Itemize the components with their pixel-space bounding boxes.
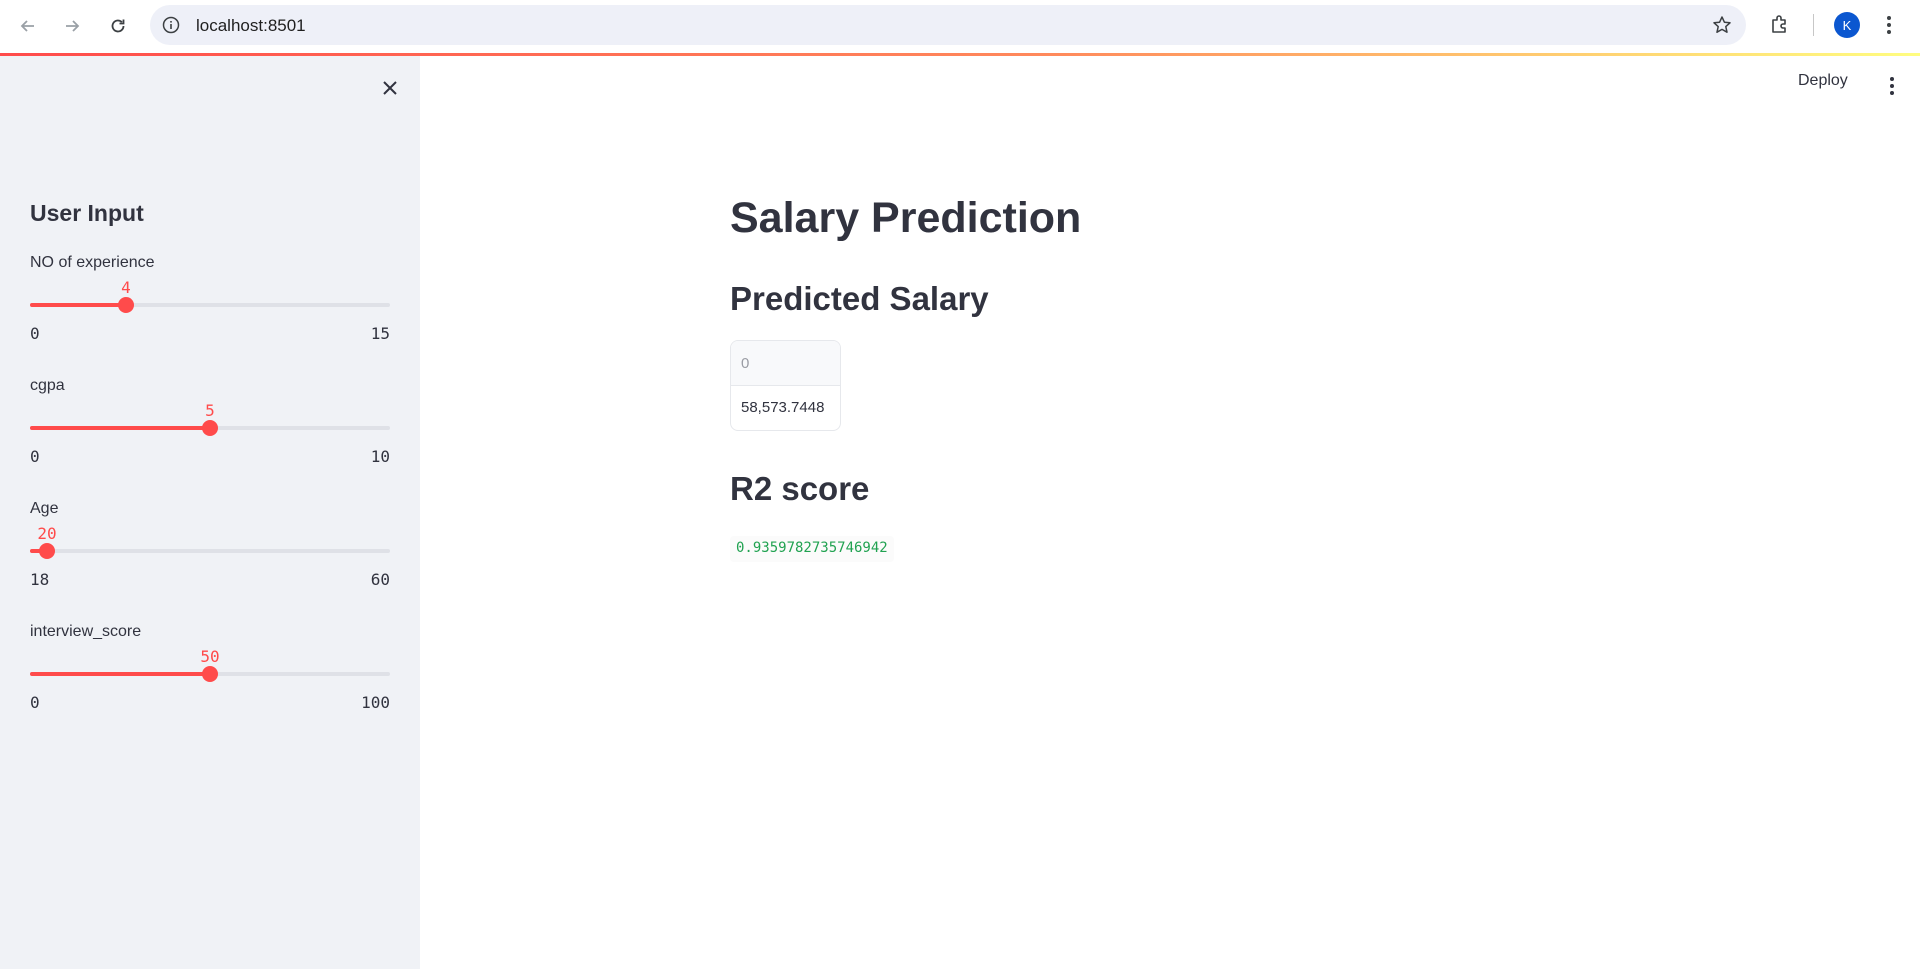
r2-score-value: 0.9359782735746942 (730, 536, 894, 562)
star-icon[interactable] (1712, 15, 1732, 35)
profile-avatar[interactable]: K (1834, 12, 1860, 38)
kebab-menu-icon[interactable] (1888, 74, 1896, 98)
back-arrow-icon (20, 20, 34, 32)
back-button[interactable] (12, 10, 44, 42)
table-cell[interactable]: 58,573.7448 (741, 399, 824, 416)
slider-label: cgpa (30, 377, 65, 394)
slider-max: 10 (370, 447, 390, 466)
forward-button[interactable] (56, 10, 88, 42)
slider-interview-score: interview_score 50 0 100 (30, 623, 390, 723)
forward-arrow-icon (66, 20, 80, 32)
slider-thumb[interactable] (202, 666, 218, 682)
r2-score-heading: R2 score (730, 470, 870, 507)
slider-label: NO of experience (30, 254, 155, 271)
prediction-table[interactable]: 0 58,573.7448 (730, 340, 841, 431)
slider-track[interactable] (30, 549, 390, 553)
column-header: 0 (741, 355, 750, 372)
slider-max: 100 (361, 693, 390, 712)
address-bar[interactable]: localhost:8501 (150, 5, 1746, 45)
slider-cgpa: cgpa 5 0 10 (30, 377, 390, 477)
slider-thumb[interactable] (118, 297, 134, 313)
toolbar-divider (1813, 14, 1814, 36)
slider-value: 20 (37, 524, 57, 543)
sidebar-title: User Input (30, 200, 144, 226)
reload-icon (111, 19, 125, 33)
slider-min: 0 (30, 693, 40, 712)
slider-value: 5 (205, 401, 215, 420)
slider-value: 4 (121, 278, 131, 297)
close-icon[interactable] (378, 76, 402, 100)
extensions-icon[interactable] (1768, 12, 1792, 36)
slider-fill (30, 672, 210, 676)
url-text[interactable]: localhost:8501 (196, 16, 306, 36)
slider-value: 50 (200, 647, 220, 666)
slider-max: 60 (370, 570, 390, 589)
slider-fill (30, 303, 126, 307)
slider-thumb[interactable] (39, 543, 55, 559)
page-title: Salary Prediction (730, 194, 1082, 242)
slider-label: Age (30, 500, 59, 517)
slider-min: 18 (30, 570, 50, 589)
slider-min: 0 (30, 447, 40, 466)
slider-experience: NO of experience 4 0 15 (30, 254, 390, 354)
reload-button[interactable] (102, 10, 134, 42)
kebab-menu-icon[interactable] (1884, 13, 1894, 37)
slider-fill (30, 426, 210, 430)
slider-label: interview_score (30, 623, 142, 640)
slider-track[interactable] (30, 303, 390, 307)
deploy-button[interactable]: Deploy (1798, 72, 1848, 90)
slider-thumb[interactable] (202, 420, 218, 436)
predicted-salary-heading: Predicted Salary (730, 280, 989, 317)
table-header: 0 (731, 341, 840, 386)
browser-toolbar: localhost:8501 K (0, 0, 1920, 52)
slider-age: Age 20 18 60 (30, 500, 390, 600)
slider-max: 15 (370, 324, 390, 343)
slider-min: 0 (30, 324, 40, 343)
info-icon[interactable] (162, 16, 180, 34)
sidebar: User Input NO of experience 4 0 15 cgpa … (0, 56, 420, 969)
